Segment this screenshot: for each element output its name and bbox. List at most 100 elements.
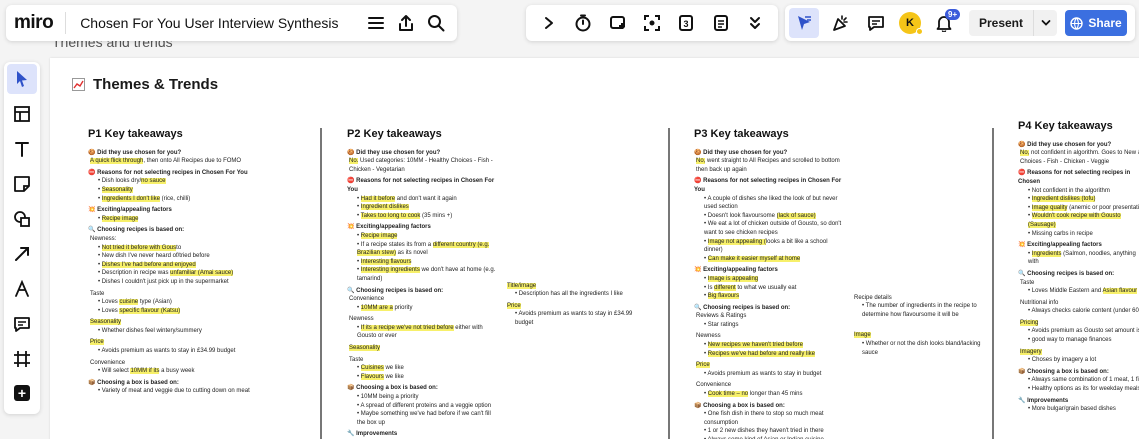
takeaway-section: 💥 Exciting/appealing factorsImage is app… [694,266,844,300]
bullet-list: Cook time – no longer than 45 mins [694,390,844,399]
bullet-item: Avoids premium as Gousto set amount is [1028,327,1139,336]
board-name[interactable]: Chosen For You User Interview Synthesis [80,15,338,31]
bullet-item: 10MM are a priority [357,304,497,313]
timer-icon[interactable] [568,8,598,38]
miro-logo[interactable]: miro [14,12,54,34]
board-canvas[interactable]: Themes and trends Themes & Trends P1 Key… [0,0,1139,439]
section-question: ⛔ Reasons for not selecting recipes in C… [1018,170,1131,185]
frame-tool-icon[interactable] [7,344,37,374]
bullet-item: One fish dish in there to stop so much m… [704,410,844,427]
bullet-item: Doesn't look flavoursome (lack of sauce) [704,212,844,221]
bullet-item: Is different to what we usually eat [704,284,844,293]
section-text: Taste [349,356,364,363]
bullet-list: Avoids premium as wants to stay in £34.9… [505,310,635,327]
bullet-list: Loves cuisine type (Asian)Loves specific… [88,298,313,315]
p1-takeaways[interactable]: P1 Key takeaways 🍪 Did they use chosen fo… [88,129,313,396]
export-icon[interactable] [391,8,421,38]
expand-more-icon[interactable] [740,8,770,38]
user-avatar[interactable]: K [899,12,923,35]
takeaway-section: PriceAvoids premium as wants to stay in … [88,338,313,355]
shapes-icon[interactable] [7,204,37,234]
bullet-list: Avoids premium as Gousto set amount isgo… [1018,327,1139,344]
section-question: 🍪 Did they use chosen for you? [1018,141,1112,148]
bullet-item: Seasonality [98,186,313,195]
sticky-note-icon[interactable] [7,169,37,199]
search-icon[interactable] [421,8,451,38]
bullet-item: Interesting ingredients we don't have at… [357,266,497,283]
side-note: PriceAvoids premium as wants to stay in … [505,302,635,328]
bullet-item: Variety of meat and veggie due to cuttin… [98,387,313,396]
section-question: 📦 Choosing a box is based on: [1018,368,1109,375]
bullet-item: Always same combination of 1 meat, 1 fis… [1028,376,1139,385]
side-note: Recipe detailsThe number of ingredients … [852,294,982,320]
share-button[interactable]: Share [1065,10,1127,36]
bullet-list: New recipes we haven't tried beforeRecip… [694,341,844,358]
takeaway-list: 🍪 Did they use chosen for you? No, went s… [694,149,844,439]
takeaway-section: PriceAvoids premium as wants to stay in … [694,361,844,378]
section-question: ⛔ Reasons for not selecting recipes in C… [694,178,842,193]
side-note-label: Image [854,332,871,339]
bullet-item: Cook time – no longer than 45 mins [704,390,844,399]
takeaway-section: 🔧 ImprovementsMore bulgar/grain based di… [1018,397,1139,414]
celebrate-icon[interactable] [825,8,855,38]
avatar-initial: K [906,17,914,29]
bullet-item: Loves specific flavour (Katsu) [98,307,313,316]
pen-tool-icon[interactable] [7,274,37,304]
bullet-item: Missing carbs in recipe [1028,230,1139,239]
bullet-list: If its a recipe we've not tried before e… [347,324,497,341]
takeaway-section: 🍪 Did they use chosen for you? No. Used c… [347,149,497,175]
takeaway-section: ⛔ Reasons for not selecting recipes in C… [347,177,497,220]
section-text: Convenience [349,296,385,303]
bullet-list: Variety of meat and veggie due to cuttin… [88,387,313,396]
bullet-item: Will select 10MM if its a busy week [98,367,313,376]
p3-takeaways[interactable]: P3 Key takeaways 🍪 Did they use chosen fo… [694,129,984,439]
more-tools-button[interactable]: + [8,379,36,407]
bullet-list: Star ratings [694,321,844,330]
bullet-list: Always checks calorie content (under 600… [1018,307,1139,316]
avatar-status-dot [916,28,923,35]
present-button[interactable]: Present [969,10,1057,36]
side-note-label: Price [507,302,521,309]
takeaway-section: 📦 Choosing a box is based on:One fish di… [694,402,844,439]
side-note: ImageWhether or not the dish looks bland… [852,331,982,357]
reactions-cursor-icon[interactable] [789,8,819,38]
focus-frame-icon[interactable] [637,8,667,38]
column-heading: P2 Key takeaways [347,128,442,140]
section-question: 💥 Exciting/appealing factors [1018,242,1102,249]
templates-icon[interactable] [7,99,37,129]
takeaway-list: 🍪 Did they use chosen for you? No. Used c… [347,149,497,439]
bullet-item: Image is appealing [704,275,844,284]
bullet-list: Recipe image [88,215,313,224]
connector-arrow-icon[interactable] [7,239,37,269]
screen-share-icon[interactable] [603,8,633,38]
p4-takeaways[interactable]: P4 Key takeaways 🍪 Did they use chosen fo… [1018,121,1139,414]
takeaway-section: 🔍 Choosing recipes is based on: Reviews &… [694,304,844,330]
chevron-right-icon[interactable] [534,8,564,38]
comments-icon[interactable] [861,8,891,38]
bullet-item: Not tried it before with Gousto [98,244,313,253]
menu-icon[interactable] [361,8,391,38]
bullet-item: Recipes we've had before and really like [704,350,844,359]
takeaway-section: SeasonalityWhether dishes feel wintery/s… [88,318,313,335]
chevron-down-icon[interactable] [1033,10,1057,36]
section-text: Newness [349,316,374,323]
comment-tool-icon[interactable] [7,309,37,339]
p2-takeaways[interactable]: P2 Key takeaways 🍪 Did they use chosen fo… [347,128,657,439]
bullet-list: Cuisines we likeFlavours we like [347,364,497,381]
bullet-item: Image not appealing (looks a bit like a … [704,238,844,255]
select-cursor-icon[interactable] [7,64,37,94]
section-text: Nutritional info [1020,299,1059,306]
bullet-list: Ingredients (Salmon, noodles, anything w… [1018,250,1139,267]
notes-icon[interactable] [706,8,736,38]
bullet-list: Not tried it before with GoustoNew dish … [88,244,313,287]
bullet-item: Ingredients (Salmon, noodles, anything w… [1028,250,1139,267]
voting-icon[interactable]: 3 [671,8,701,38]
notifications-badge: 9+ [945,9,961,20]
bullet-list: Description has all the ingredients I li… [505,290,635,299]
bullet-item: Can make it easier myself at home [704,255,844,264]
text-tool-icon[interactable] [7,134,37,164]
notifications-button[interactable]: 9+ [929,8,961,38]
section-question: 📦 Choosing a box is based on: [88,379,179,386]
share-label: Share [1088,16,1122,30]
bullet-item: Ingredient dislikes (tofu) [1028,195,1139,204]
